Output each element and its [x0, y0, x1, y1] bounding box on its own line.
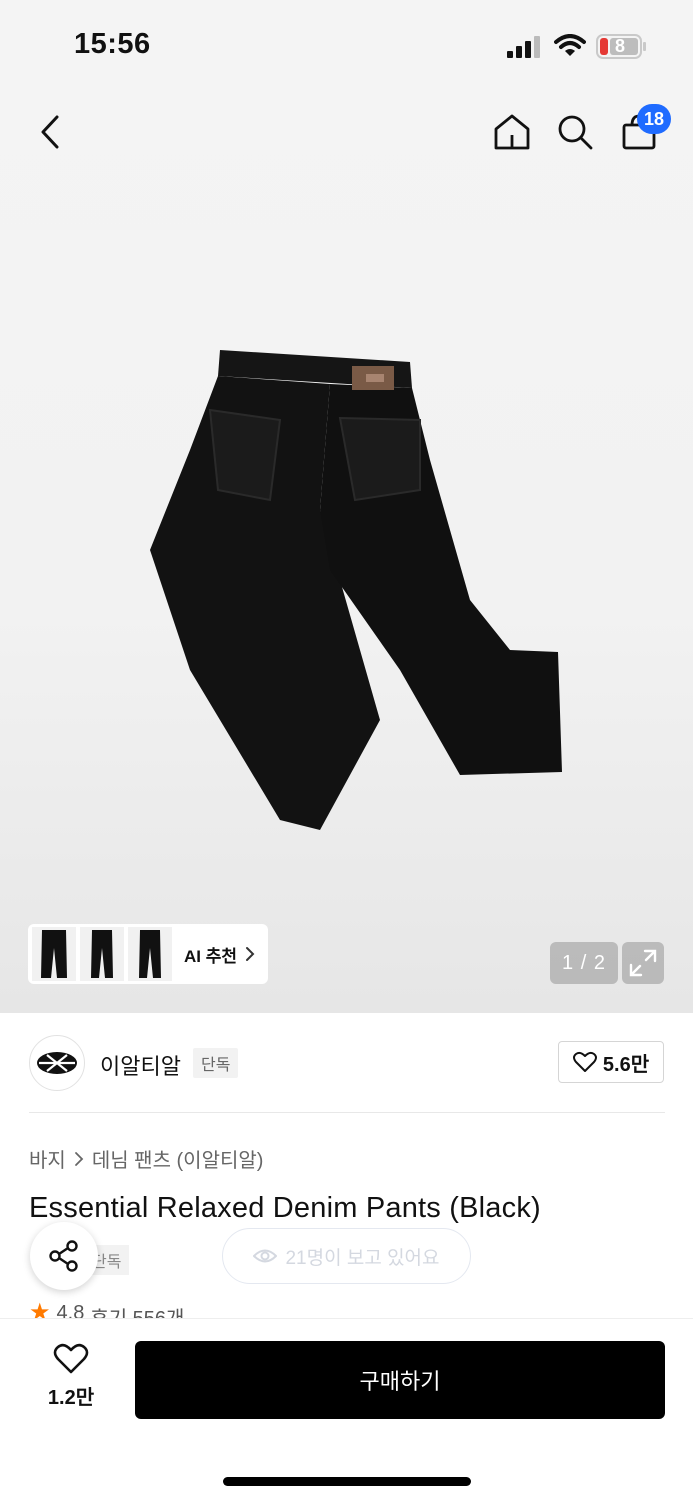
buy-button[interactable]: 구매하기 [135, 1341, 665, 1419]
brand-exclusive-tag: 단독 [193, 1048, 239, 1078]
heart-icon [53, 1343, 89, 1374]
search-icon [558, 115, 593, 150]
ai-thumbnail [128, 927, 172, 981]
search-button[interactable] [553, 110, 597, 154]
image-page-indicator: 1 / 2 [550, 942, 618, 984]
home-indicator [223, 1477, 471, 1486]
wishlist-count: 1.2만 [47, 1387, 95, 1409]
heart-icon [572, 1051, 597, 1072]
wifi-icon [554, 34, 586, 56]
breadcrumb: 바지 데님 팬츠 (이알티알) [29, 1144, 263, 1173]
bottom-action-bar: 1.2만 구매하기 [0, 1318, 693, 1500]
share-button[interactable] [30, 1222, 98, 1290]
back-button[interactable] [30, 112, 70, 152]
cart-count-badge: 18 [637, 104, 671, 134]
product-photo [150, 350, 562, 830]
breadcrumb-subcategory[interactable]: 데님 팬츠 (이알티알) [92, 1144, 264, 1173]
brand-row: 이알티알 단독 5.6만 [0, 1013, 693, 1113]
status-bar: 15:56 8 [0, 0, 693, 92]
home-icon [494, 114, 530, 150]
product-title: Essential Relaxed Denim Pants (Black) [29, 1192, 541, 1224]
battery-level: 8 [614, 36, 625, 56]
ai-thumbnail [80, 927, 124, 981]
ai-recommend-label: AI 추천 [184, 946, 238, 966]
ai-thumbnail [32, 927, 76, 981]
brand-logo-icon [37, 1052, 77, 1074]
signal-icon [507, 36, 540, 58]
viewers-pill: 21명이 보고 있어요 [222, 1228, 471, 1284]
chevron-right-icon [74, 1151, 84, 1166]
chevron-left-icon [41, 115, 59, 149]
viewers-text: 21명이 보고 있어요 [285, 1247, 440, 1269]
brand-like-count: 5.6만 [602, 1053, 650, 1076]
breadcrumb-category[interactable]: 바지 [29, 1144, 66, 1173]
battery-icon: 8 [596, 34, 648, 59]
brand-like-button[interactable]: 5.6만 [558, 1041, 664, 1083]
brand-logo[interactable] [29, 1035, 85, 1091]
expand-image-button[interactable] [622, 942, 664, 984]
share-icon [49, 1240, 78, 1272]
status-time: 15:56 [74, 28, 151, 60]
ai-recommendation-card[interactable]: AI 추천 [28, 924, 268, 984]
chevron-right-icon [246, 947, 255, 961]
brand-name[interactable]: 이알티알 [100, 1049, 181, 1081]
eye-icon [253, 1249, 278, 1263]
expand-icon [629, 949, 657, 977]
divider [29, 1112, 665, 1113]
top-nav [0, 92, 693, 172]
home-button[interactable] [490, 110, 534, 154]
wishlist-button[interactable]: 1.2만 [30, 1343, 112, 1419]
